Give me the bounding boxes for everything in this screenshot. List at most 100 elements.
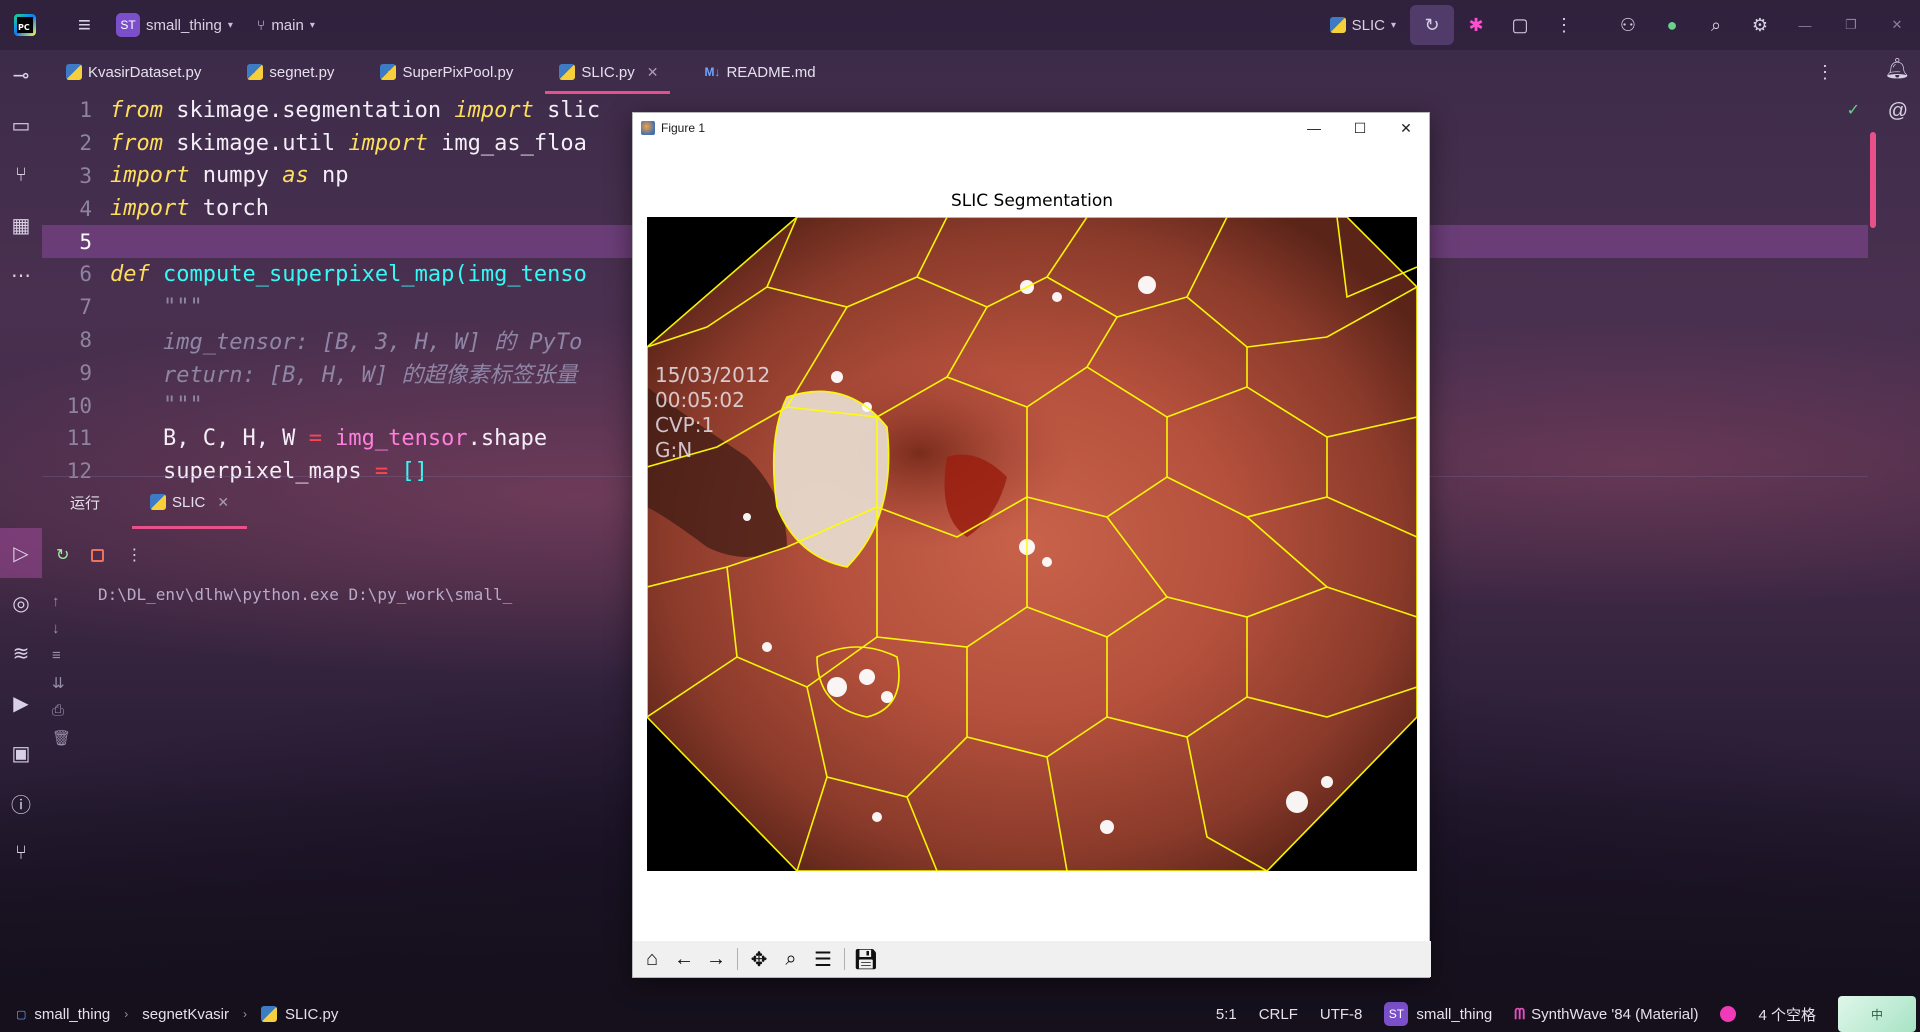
overlay-gain: G:N <box>655 438 692 462</box>
theme-name: SynthWave '84 (Material) <box>1531 1005 1699 1023</box>
close-icon[interactable]: ✕ <box>1383 113 1429 143</box>
close-icon[interactable]: ✕ <box>1874 17 1920 33</box>
python-icon <box>1329 17 1346 33</box>
line-number: 11 <box>66 426 92 451</box>
scroll-down-icon[interactable]: ↓ <box>52 620 71 637</box>
debug-icon[interactable]: ✱ <box>1454 0 1498 50</box>
stop-icon[interactable]: ▢ <box>1498 0 1542 50</box>
left-tool-stripe: ⊸ ▭ ⑂ ▦ ⋯ ▷ ◎ ≋ ▶ ▣ ⓘ ⑂ <box>0 50 42 1000</box>
search-icon[interactable]: ⌕ <box>1694 0 1738 50</box>
run-config-name: SLIC <box>1351 16 1385 34</box>
add-user-icon[interactable]: ⚇ <box>1606 0 1650 50</box>
services-icon[interactable]: ▶ <box>0 678 42 728</box>
tab-superpixpool[interactable]: SuperPixPool.py <box>356 50 535 94</box>
branch-switcher[interactable]: ⑂ main ▾ <box>257 17 315 34</box>
branch-name: main <box>271 16 304 34</box>
run-config-selector[interactable]: SLIC ▾ <box>1329 16 1396 34</box>
line-number: 9 <box>79 360 92 385</box>
configure-subplots-icon[interactable]: ☰ <box>810 945 836 973</box>
figure-titlebar[interactable]: Figure 1 — ☐ ✕ <box>633 113 1429 143</box>
interpreter-badge: ST <box>1384 1002 1409 1026</box>
print-icon[interactable]: ⎙ <box>52 702 71 719</box>
line-separator[interactable]: CRLF <box>1259 1006 1298 1023</box>
home-icon[interactable]: ⌂ <box>639 945 665 973</box>
save-figure-icon[interactable]: 💾︎ <box>853 945 879 973</box>
tab-segnet[interactable]: segnet.py <box>223 50 356 94</box>
more-actions-icon[interactable]: ⋮ <box>1542 0 1586 50</box>
pycharm-logo-icon[interactable] <box>14 14 36 36</box>
line-number: 1 <box>79 98 92 123</box>
structure-icon[interactable]: ▦ <box>0 200 42 250</box>
chevron-down-icon: ▾ <box>227 19 233 31</box>
matplotlib-icon <box>641 121 655 135</box>
breadcrumb: ▢ small_thing › segnetKvasir › SLIC.py <box>0 1006 338 1023</box>
project-switcher[interactable]: ST small_thing ▾ <box>116 13 233 37</box>
segmentation-image[interactable]: 15/03/2012 00:05:02 CVP:1 G:N <box>647 217 1417 871</box>
commit-icon[interactable]: ⊸ <box>0 50 42 100</box>
close-tab-icon[interactable]: ✕ <box>647 64 659 81</box>
tab-slic[interactable]: SLIC.py ✕ <box>535 50 680 94</box>
run-tab-slic[interactable]: SLIC ✕ <box>132 477 248 529</box>
pan-icon[interactable]: ✥ <box>746 945 772 973</box>
maximize-icon[interactable]: ☐ <box>1337 113 1383 143</box>
inspection-ok-icon[interactable]: ✓ <box>1847 100 1860 120</box>
tab-kvasirdataset[interactable]: KvasirDataset.py <box>42 50 223 94</box>
tab-readme[interactable]: M↓ README.md <box>680 50 837 94</box>
git-icon[interactable]: ⑂ <box>0 828 42 878</box>
run-tool-icon[interactable]: ▷ <box>0 528 42 578</box>
indent-setting[interactable]: 4 个空格 <box>1758 1004 1816 1025</box>
terminal-icon[interactable]: ▣ <box>0 728 42 778</box>
overlay-time: 00:05:02 <box>655 388 745 412</box>
line-number: 10 <box>66 393 92 418</box>
file-encoding[interactable]: UTF-8 <box>1320 1006 1363 1023</box>
stop-icon[interactable] <box>91 548 105 562</box>
close-tab-icon[interactable]: ✕ <box>217 494 229 511</box>
breadcrumb-item[interactable]: small_thing <box>34 1006 110 1023</box>
maximize-icon[interactable]: ❐ <box>1828 17 1874 33</box>
ai-chat-icon[interactable]: @ <box>1888 100 1908 123</box>
settings-gear-icon[interactable]: ⚙ <box>1738 0 1782 50</box>
python-icon <box>150 494 166 510</box>
line-number: 4 <box>79 196 92 221</box>
main-menu-icon[interactable]: ≡ <box>78 12 102 38</box>
problems-icon[interactable]: ⓘ <box>0 778 42 828</box>
editor-scrollbar[interactable] <box>1870 132 1876 228</box>
breadcrumb-item[interactable]: segnetKvasir <box>142 1006 229 1023</box>
scroll-up-icon[interactable]: ↑ <box>52 593 71 610</box>
rerun-icon[interactable]: ↻ <box>1410 5 1454 45</box>
ai-assistant-icon[interactable]: ● <box>1650 0 1694 50</box>
line-number: 6 <box>79 262 92 287</box>
clear-icon[interactable]: 🗑︎ <box>52 729 71 747</box>
console-output[interactable]: D:\DL_env\dlhw\python.exe D:\py_work\sma… <box>98 585 512 604</box>
pull-requests-icon[interactable]: ⑂ <box>0 150 42 200</box>
theme-indicator[interactable]: ᗰ SynthWave '84 (Material) <box>1514 1006 1698 1023</box>
forward-arrow-icon[interactable]: → <box>703 945 729 973</box>
python-console-icon[interactable]: ◎ <box>0 578 42 628</box>
soft-wrap-icon[interactable]: ≡ <box>52 647 71 664</box>
overlay-date: 15/03/2012 <box>655 363 770 387</box>
minimize-icon[interactable]: — <box>1782 18 1828 33</box>
breadcrumb-item[interactable]: SLIC.py <box>285 1006 338 1023</box>
layers-icon[interactable]: ≋ <box>0 628 42 678</box>
line-number: 5 <box>79 229 92 254</box>
chevron-right-icon: › <box>243 1007 247 1021</box>
rerun-icon[interactable]: ↻ <box>56 545 69 565</box>
project-name: small_thing <box>146 16 222 34</box>
module-icon: ▢ <box>16 1008 27 1021</box>
cursor-position[interactable]: 5:1 <box>1216 1006 1237 1023</box>
more-actions-icon[interactable]: ⋮ <box>126 545 142 565</box>
overlay-cvp: CVP:1 <box>655 413 714 437</box>
interpreter-selector[interactable]: ST small_thing <box>1384 1002 1492 1026</box>
status-dot-icon[interactable] <box>1720 1006 1737 1022</box>
minimize-icon[interactable]: — <box>1291 113 1337 143</box>
notifications-icon[interactable]: 🔔︎ <box>1885 56 1910 81</box>
back-arrow-icon[interactable]: ← <box>671 945 697 973</box>
ime-indicator[interactable]: 中 <box>1838 996 1916 1032</box>
tab-options-icon[interactable]: ⋮ <box>1816 62 1842 83</box>
title-bar: ≡ ST small_thing ▾ ⑂ main ▾ SLIC ▾ ↻ ✱ ▢… <box>0 0 1920 50</box>
scroll-to-end-icon[interactable]: ⇊ <box>52 674 71 692</box>
zoom-icon[interactable]: ⌕ <box>778 945 804 973</box>
more-tools-icon[interactable]: ⋯ <box>0 250 42 300</box>
tab-label: SuperPixPool.py <box>402 63 514 81</box>
project-folder-icon[interactable]: ▭ <box>0 100 42 150</box>
